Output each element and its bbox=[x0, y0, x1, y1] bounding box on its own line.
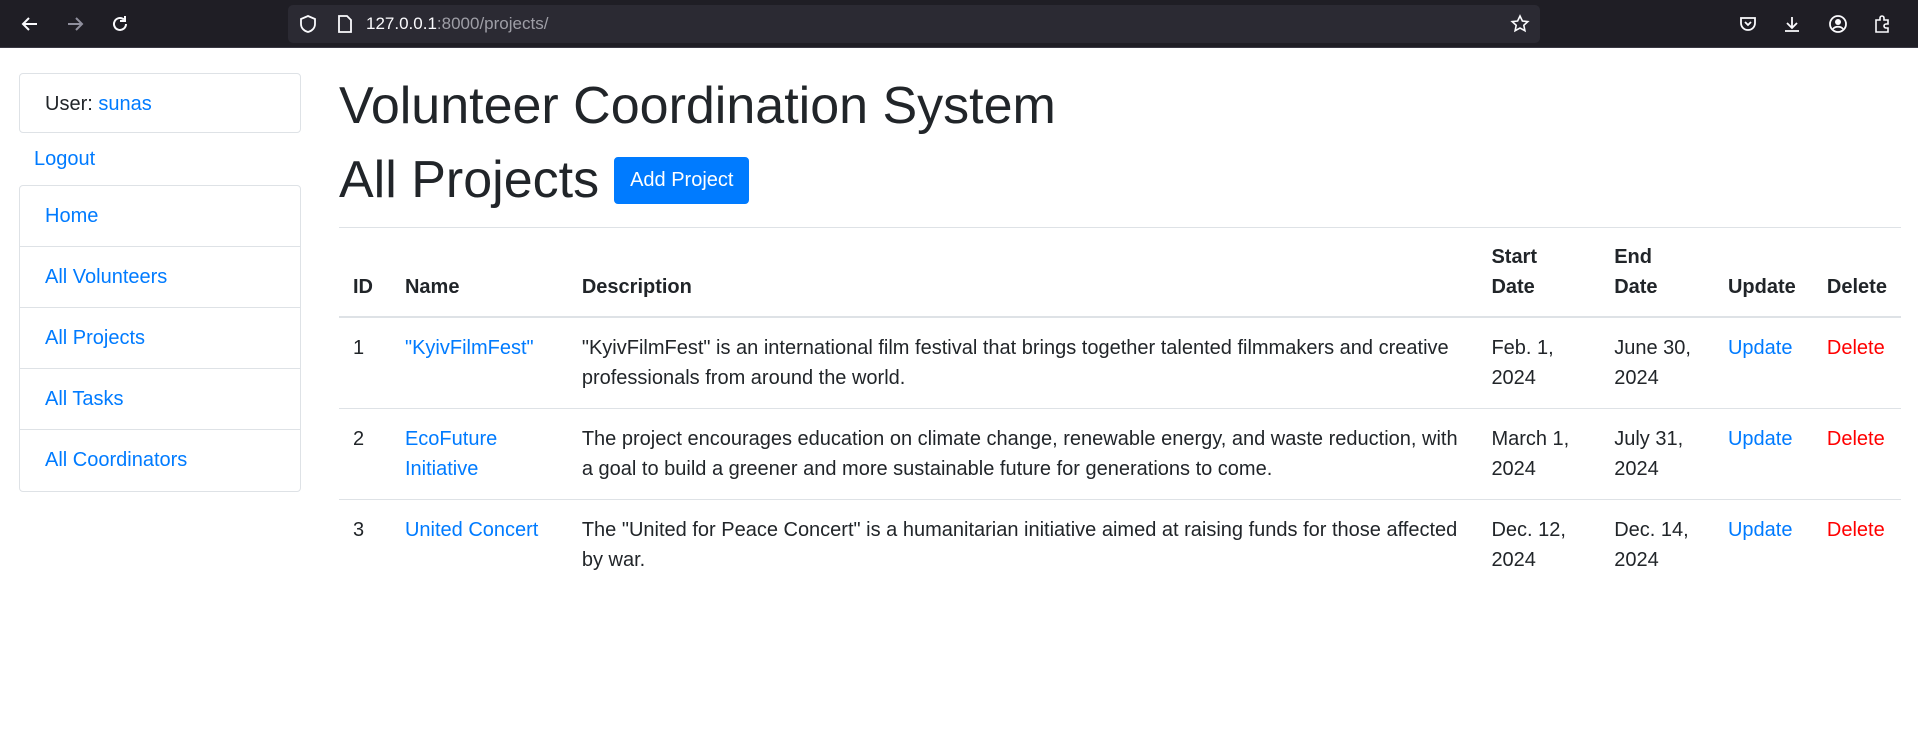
start-header-line1: Start bbox=[1491, 246, 1538, 268]
table-row: 3 United Concert The "United for Peace C… bbox=[339, 499, 1901, 590]
user-card: User: sunas bbox=[19, 73, 301, 133]
page-header: All Projects Add Project bbox=[339, 144, 1901, 216]
back-button[interactable] bbox=[16, 10, 44, 38]
bookmark-star-icon[interactable] bbox=[1510, 14, 1530, 34]
menu-button[interactable] bbox=[1912, 10, 1918, 38]
cell-description: The "United for Peace Concert" is a huma… bbox=[567, 499, 1478, 590]
update-link[interactable]: Update bbox=[1728, 337, 1793, 359]
cell-description: "KyivFilmFest" is an international film … bbox=[581, 337, 1449, 389]
sidebar-item-home[interactable]: Home bbox=[20, 186, 300, 247]
column-header-end-date: End Date bbox=[1600, 228, 1714, 318]
delete-link[interactable]: Delete bbox=[1827, 519, 1885, 541]
cell-end-date: June 30, 2024 bbox=[1614, 337, 1691, 389]
update-link[interactable]: Update bbox=[1728, 428, 1793, 450]
pocket-icon bbox=[1740, 17, 1756, 31]
site-title: Volunteer Coordination System bbox=[339, 77, 1056, 135]
forward-button[interactable] bbox=[61, 10, 89, 38]
cell-id: 2 bbox=[339, 408, 391, 500]
puzzle-icon bbox=[1875, 15, 1889, 33]
column-header-update: Update bbox=[1713, 228, 1813, 318]
sidebar: User: sunas Logout Home All Volunteers A… bbox=[19, 73, 301, 492]
download-icon bbox=[1785, 17, 1799, 32]
delete-link[interactable]: Delete bbox=[1827, 337, 1885, 359]
sidebar-item-coordinators[interactable]: All Coordinators bbox=[20, 430, 300, 491]
project-name-link[interactable]: United Concert bbox=[405, 519, 538, 541]
cell-start-date: March 1, 2024 bbox=[1477, 408, 1601, 500]
column-header-start-date: Start Date bbox=[1477, 228, 1601, 318]
browser-toolbar: 127.0.0.1:8000/projects/ bbox=[0, 0, 1918, 48]
cell-id: 3 bbox=[339, 499, 391, 590]
delete-link[interactable]: Delete bbox=[1827, 428, 1885, 450]
reload-button[interactable] bbox=[106, 10, 134, 38]
column-header-delete: Delete bbox=[1812, 228, 1901, 318]
cell-update: Update bbox=[1714, 317, 1813, 409]
cell-start-date: Feb. 1, 2024 bbox=[1491, 337, 1554, 389]
main-content: Volunteer Coordination System All Projec… bbox=[339, 68, 1901, 590]
end-header-line2: Date bbox=[1614, 276, 1658, 298]
sidebar-nav: Home All Volunteers All Projects All Tas… bbox=[19, 185, 301, 492]
cell-end-date: July 31, 2024 bbox=[1600, 408, 1714, 500]
url-text[interactable]: 127.0.0.1:8000/projects/ bbox=[366, 5, 548, 43]
cell-end-date: Dec. 14, 2024 bbox=[1600, 499, 1714, 590]
column-header-id: ID bbox=[339, 228, 391, 318]
table-row: 1 "KyivFilmFest" "KyivFilmFest" is an in… bbox=[339, 317, 1901, 409]
username-link[interactable]: sunas bbox=[98, 93, 151, 115]
cell-delete: Delete bbox=[1812, 408, 1901, 500]
table-row: 2 EcoFuture Initiative The project encou… bbox=[339, 408, 1901, 500]
extensions-button[interactable] bbox=[1868, 10, 1896, 38]
end-header-line1: End bbox=[1614, 246, 1652, 268]
sidebar-item-projects[interactable]: All Projects bbox=[20, 308, 300, 369]
logout-link[interactable]: Logout bbox=[19, 133, 301, 185]
url-path: :8000/projects/ bbox=[436, 14, 549, 33]
start-header-line2: Date bbox=[1491, 276, 1535, 298]
cell-delete: Delete bbox=[1813, 317, 1901, 409]
projects-table: ID Name Description Start Date End Date Up… bbox=[339, 228, 1901, 590]
page-title: All Projects bbox=[339, 151, 600, 209]
cell-update: Update bbox=[1713, 408, 1813, 500]
url-host: 127.0.0.1 bbox=[366, 14, 437, 33]
shield-icon[interactable] bbox=[298, 14, 318, 34]
column-header-name: Name bbox=[390, 228, 568, 318]
sidebar-item-volunteers[interactable]: All Volunteers bbox=[20, 247, 300, 308]
cell-name: EcoFuture Initiative bbox=[390, 408, 568, 500]
pocket-button[interactable] bbox=[1734, 10, 1762, 38]
reload-icon bbox=[113, 16, 127, 31]
sidebar-item-tasks[interactable]: All Tasks bbox=[20, 369, 300, 430]
cell-start-date: Dec. 12, 2024 bbox=[1477, 499, 1601, 590]
account-icon bbox=[1829, 15, 1847, 33]
cell-update: Update bbox=[1713, 499, 1813, 590]
cell-delete: Delete bbox=[1812, 499, 1901, 590]
downloads-button[interactable] bbox=[1778, 10, 1806, 38]
cell-description: The project encourages education on clim… bbox=[567, 408, 1478, 500]
page-icon[interactable] bbox=[336, 14, 354, 34]
cell-name: "KyivFilmFest" bbox=[391, 317, 568, 409]
project-name-link[interactable]: EcoFuture Initiative bbox=[405, 428, 497, 480]
account-button[interactable] bbox=[1824, 10, 1852, 38]
project-name-link[interactable]: "KyivFilmFest" bbox=[405, 337, 534, 359]
update-link[interactable]: Update bbox=[1728, 519, 1793, 541]
arrow-left-icon bbox=[21, 17, 37, 31]
add-project-button[interactable]: Add Project bbox=[614, 156, 750, 204]
table-header-row: ID Name Description Start Date End Date Up… bbox=[339, 228, 1901, 318]
url-bar[interactable]: 127.0.0.1:8000/projects/ bbox=[288, 5, 1540, 43]
arrow-right-icon bbox=[68, 17, 84, 31]
cell-id: 1 bbox=[353, 337, 365, 359]
column-header-description: Description bbox=[567, 228, 1478, 318]
user-label: User: bbox=[45, 93, 93, 115]
cell-name: United Concert bbox=[390, 499, 568, 590]
